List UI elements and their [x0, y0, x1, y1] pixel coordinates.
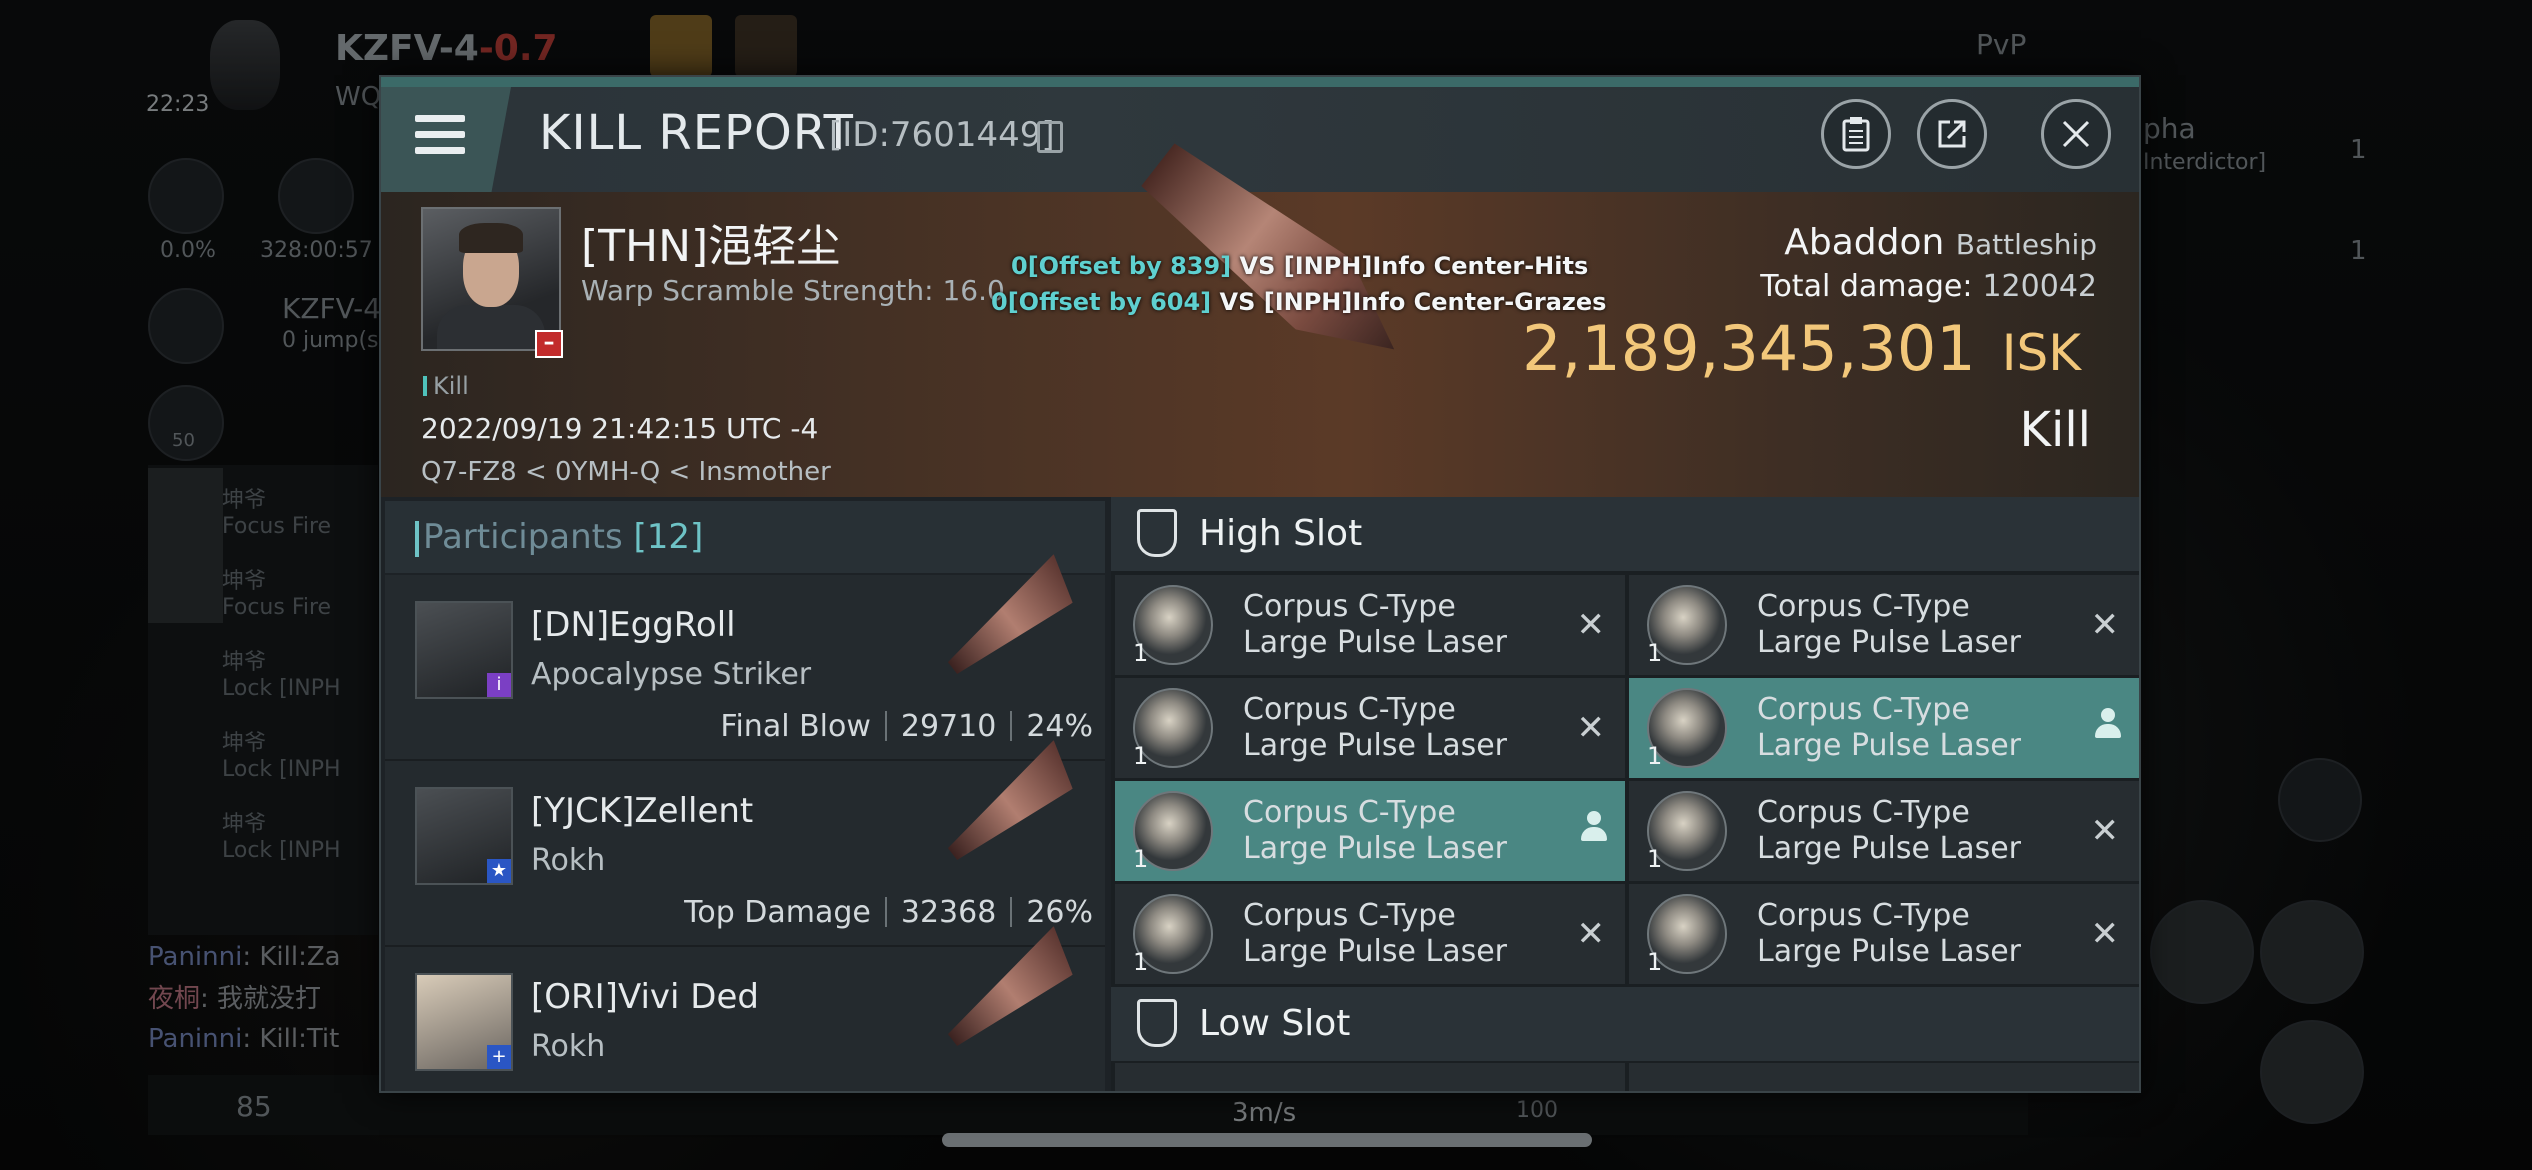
module-slot[interactable]: 1 Corpus C-Type Large Pulse Laser ✕ — [1115, 678, 1625, 778]
victim-name[interactable]: [THN]浥轻尘 — [581, 210, 840, 274]
destroyed-icon: ✕ — [1576, 708, 1606, 748]
destroyed-icon: ✕ — [1576, 914, 1606, 954]
module-name: Corpus C-Type Large Pulse Laser — [1243, 898, 1507, 969]
participant-ship: Rokh — [531, 843, 606, 878]
module-name: Corpus C-Type Large Pulse Laser — [1757, 795, 2021, 866]
participant-ship: Rokh — [531, 1029, 606, 1064]
participant-name: [YJCK]Zellent — [531, 791, 754, 831]
share-button[interactable] — [1917, 99, 1987, 169]
module-slot[interactable] — [1115, 1063, 1625, 1091]
participant-row[interactable]: ★ [YJCK]Zellent Rokh Top Damage 32368 26% — [385, 761, 1105, 947]
copy-icon[interactable] — [1037, 121, 1063, 153]
module-name: Corpus C-Type Large Pulse Laser — [1757, 898, 2021, 969]
ship-class: Battleship — [1955, 228, 2097, 261]
participant-row[interactable]: + [ORI]Vivi Ded Rokh — [385, 947, 1105, 1091]
module-name: Corpus C-Type Large Pulse Laser — [1757, 589, 2021, 660]
menu-icon — [415, 115, 465, 163]
dropped-icon — [1579, 811, 1609, 847]
participant-portrait: ★ — [415, 787, 513, 885]
corp-badge-icon: i — [487, 673, 511, 697]
module-name: Corpus C-Type Large Pulse Laser — [1757, 692, 2021, 763]
high-slot-header: High Slot — [1111, 497, 2139, 571]
destroyed-icon: ✕ — [2090, 914, 2120, 954]
low-slot-icon — [1137, 999, 1177, 1047]
module-slot[interactable] — [1629, 1063, 2139, 1091]
high-slot-label: High Slot — [1199, 513, 1363, 554]
total-damage: Total damage: 120042 — [1760, 269, 2097, 304]
module-name: Corpus C-Type Large Pulse Laser — [1243, 692, 1507, 763]
participant-row[interactable]: i [DN]EggRoll Apocalypse Striker Final B… — [385, 575, 1105, 761]
corp-badge-icon: ★ — [487, 859, 511, 883]
module-slot[interactable]: 1 Corpus C-Type Large Pulse Laser — [1629, 678, 2139, 778]
kill-summary: – [THN]浥轻尘 Warp Scramble Strength: 16.0 … — [381, 192, 2139, 497]
module-name: Corpus C-Type Large Pulse Laser — [1243, 795, 1507, 866]
home-indicator — [942, 1133, 1592, 1147]
module-qty: 1 — [1647, 742, 1663, 770]
module-qty: 1 — [1647, 639, 1663, 667]
hit-stat: 0[Offset by 604] VS [INPH]Info Center-Gr… — [991, 288, 1607, 316]
module-qty: 1 — [1133, 845, 1149, 873]
module-slot[interactable]: 1 Corpus C-Type Large Pulse Laser ✕ — [1115, 575, 1625, 675]
kill-id: [ID:7601449] — [829, 115, 1055, 155]
kill-tag: Kill — [423, 372, 469, 400]
participant-portrait: + — [415, 973, 513, 1071]
module-name: Corpus C-Type Large Pulse Laser — [1243, 589, 1507, 660]
portrait-body — [437, 305, 545, 349]
participant-name: [DN]EggRoll — [531, 605, 736, 645]
kill-date: 2022/09/19 21:42:15 UTC -4 — [421, 412, 819, 445]
dropped-icon — [2093, 708, 2123, 744]
module-qty: 1 — [1133, 639, 1149, 667]
header-accent — [415, 521, 419, 557]
participants-label: Participants [12] — [423, 517, 704, 557]
module-slot[interactable]: 1 Corpus C-Type Large Pulse Laser ✕ — [1629, 781, 2139, 881]
portrait-hair — [459, 223, 523, 253]
participant-stats: Top Damage 32368 26% — [684, 895, 1093, 930]
menu-button[interactable] — [381, 87, 511, 192]
participant-stats: Final Blow 29710 24% — [720, 709, 1093, 744]
participants-panel: Participants [12] i [DN]EggRoll Apocalyp… — [381, 497, 1109, 1091]
low-slot-label: Low Slot — [1199, 1003, 1351, 1044]
kill-result: Kill — [2019, 402, 2091, 458]
clipboard-button[interactable] — [1821, 99, 1891, 169]
participant-ship: Apocalypse Striker — [531, 657, 812, 692]
participant-name: [ORI]Vivi Ded — [531, 977, 759, 1017]
kill-location[interactable]: Q7-FZ8 < 0YMH-Q < Insmother — [421, 457, 831, 487]
destroyed-icon: ✕ — [2090, 811, 2120, 851]
destroyed-icon: ✕ — [1576, 605, 1606, 645]
participant-ship-image — [936, 554, 1085, 686]
module-qty: 1 — [1647, 845, 1663, 873]
ship-name: Abaddon — [1784, 222, 1945, 263]
module-qty: 1 — [1133, 948, 1149, 976]
dialog-accent-bar — [381, 77, 2139, 87]
module-slot[interactable]: 1 Corpus C-Type Large Pulse Laser ✕ — [1629, 575, 2139, 675]
corp-badge-icon: + — [487, 1045, 511, 1069]
fitting-panel: High Slot 1 Corpus C-Type Large Pulse La… — [1111, 497, 2139, 1091]
close-icon — [2062, 120, 2090, 148]
close-button[interactable] — [2041, 99, 2111, 169]
module-slot[interactable]: 1 Corpus C-Type Large Pulse Laser ✕ — [1115, 884, 1625, 984]
negative-standing-icon: – — [535, 330, 563, 358]
clipboard-icon — [1842, 117, 1870, 152]
share-icon — [1938, 120, 1966, 148]
destroyed-icon: ✕ — [2090, 605, 2120, 645]
isk-value: 2,189,345,301 ISK — [1522, 312, 2081, 385]
module-qty: 1 — [1647, 948, 1663, 976]
participant-portrait: i — [415, 601, 513, 699]
low-slot-header: Low Slot — [1111, 987, 2139, 1061]
participants-header: Participants [12] — [385, 501, 1105, 573]
module-qty: 1 — [1133, 742, 1149, 770]
ship-type[interactable]: Abaddon Battleship — [1784, 222, 2097, 263]
hit-stat: 0[Offset by 839] VS [INPH]Info Center-Hi… — [1011, 252, 1589, 280]
module-slot[interactable]: 1 Corpus C-Type Large Pulse Laser ✕ — [1629, 884, 2139, 984]
warp-scramble: Warp Scramble Strength: 16.0 — [581, 274, 1005, 307]
module-slot[interactable]: 1 Corpus C-Type Large Pulse Laser — [1115, 781, 1625, 881]
kill-report-dialog: KILL REPORT [ID:7601449] – [THN]浥轻尘 Warp — [379, 75, 2141, 1093]
high-slot-icon — [1137, 509, 1177, 557]
dialog-title: KILL REPORT — [539, 105, 854, 161]
